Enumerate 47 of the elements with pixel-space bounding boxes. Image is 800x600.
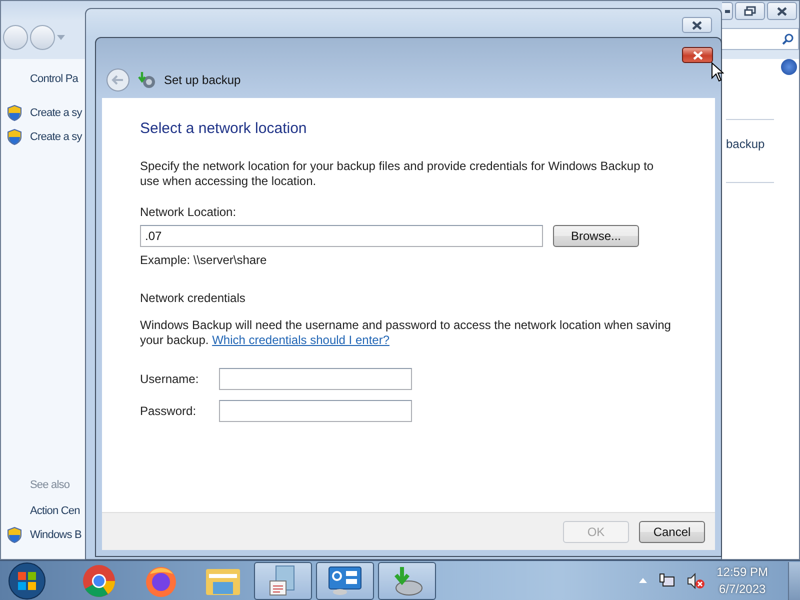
backup-link[interactable]: backup: [726, 137, 765, 151]
minimize-button[interactable]: [722, 2, 733, 20]
username-field[interactable]: [219, 368, 412, 390]
see-also-link[interactable]: Action Cen: [30, 505, 80, 517]
shield-icon: [7, 527, 22, 543]
example-text: Example: \\server\share: [140, 253, 268, 267]
chrome-icon[interactable]: [82, 564, 116, 598]
start-button[interactable]: [8, 562, 46, 600]
close-icon: [691, 20, 703, 30]
network-location-field[interactable]: .07: [140, 225, 543, 247]
close-button[interactable]: [682, 47, 713, 63]
see-also-heading: See also: [30, 479, 70, 491]
search-icon: [782, 33, 794, 45]
close-icon: [776, 6, 788, 16]
field-label: Password:: [140, 404, 198, 418]
network-icon[interactable]: [658, 572, 675, 588]
mouse-pointer-icon: [711, 62, 724, 82]
show-desktop-button[interactable]: [788, 562, 800, 600]
shield-icon: [7, 105, 22, 121]
speaker-muted-icon[interactable]: [686, 572, 705, 588]
page-heading: Select a network location: [140, 120, 308, 137]
close-button[interactable]: [682, 17, 712, 33]
task-link[interactable]: Create a sy: [30, 131, 82, 143]
credentials-text: Windows Backup will need the username and password to access the network location when saving your backup. Which credentials should I enter?: [140, 318, 672, 348]
task-link[interactable]: Create a sy: [30, 107, 82, 119]
browse-button[interactable]: Browse...: [553, 225, 639, 247]
search-field[interactable]: [719, 28, 799, 50]
backup-icon: [138, 71, 156, 89]
minimize-icon: [724, 10, 730, 12]
shield-icon: [7, 129, 22, 145]
help-link[interactable]: Which credentials should I enter?: [212, 333, 390, 347]
forward-button[interactable]: [30, 25, 55, 50]
control-panel-icon[interactable]: [328, 566, 362, 596]
see-also-link[interactable]: Windows B: [30, 529, 82, 541]
section-heading: Network credentials: [140, 291, 246, 305]
field-label: Network Location:: [140, 205, 238, 219]
back-button[interactable]: [3, 25, 28, 50]
restore-icon: [744, 6, 756, 16]
dialog-title: Set up backup: [164, 73, 241, 87]
cancel-button[interactable]: Cancel: [639, 520, 705, 542]
pane-title[interactable]: Control Pa: [30, 73, 78, 85]
close-icon: [692, 50, 704, 60]
description-text: Specify the network location for your backup files and provide credentials for Windows Backup to use when accessing the location.: [140, 159, 655, 189]
field-label: Username:: [140, 372, 200, 386]
maximize-button[interactable]: [735, 2, 765, 20]
close-button[interactable]: [767, 2, 797, 20]
password-field[interactable]: [219, 400, 412, 422]
